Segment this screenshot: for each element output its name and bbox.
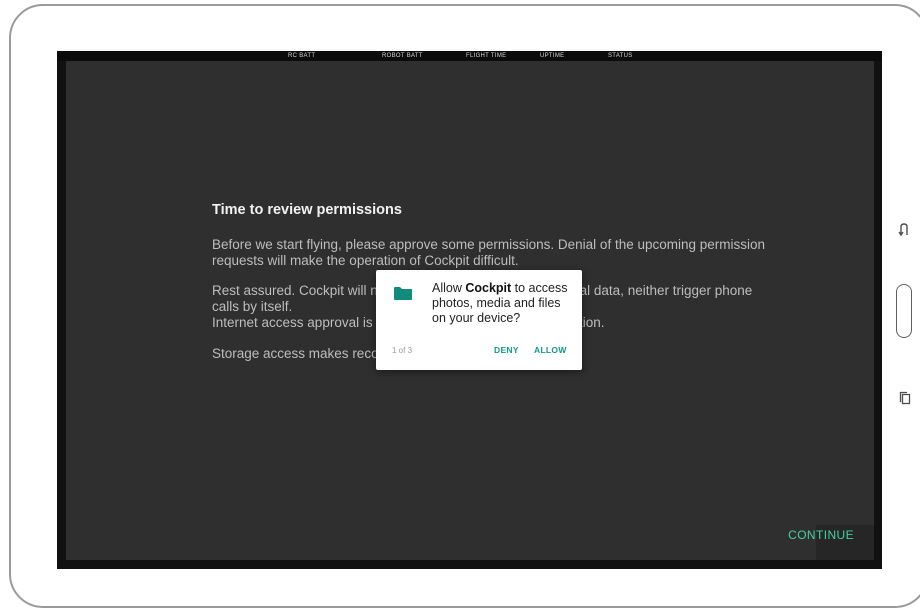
permissions-paragraph-1: Before we start flying, please approve s… [212, 237, 766, 268]
status-bar: RC BATT ROBOT BATT FLIGHT TIME UPTIME ST… [57, 51, 882, 61]
status-label-status: STATUS [608, 53, 633, 59]
dialog-counter: 1 of 3 [392, 346, 413, 355]
status-label-rc-batt: RC BATT [288, 53, 316, 59]
home-key[interactable] [896, 284, 912, 338]
continue-button[interactable]: CONTINUE [788, 528, 854, 542]
permissions-panel: Time to review permissions Before we sta… [66, 61, 874, 560]
permission-dialog: Allow Cockpit to access photos, media an… [376, 270, 582, 370]
deny-button[interactable]: DENY [494, 345, 519, 355]
dialog-app-name: Cockpit [465, 281, 512, 295]
recent-apps-icon[interactable] [899, 391, 911, 405]
status-label-flight-time: FLIGHT TIME [466, 53, 507, 59]
folder-icon [394, 287, 412, 300]
back-icon[interactable] [898, 222, 910, 236]
device-screen: RC BATT ROBOT BATT FLIGHT TIME UPTIME ST… [57, 51, 882, 569]
page-title: Time to review permissions [212, 202, 402, 218]
status-label-uptime: UPTIME [540, 53, 565, 59]
allow-button[interactable]: ALLOW [534, 345, 567, 355]
dialog-message: Allow Cockpit to access photos, media an… [432, 281, 572, 326]
status-label-robot-batt: ROBOT BATT [382, 53, 423, 59]
dialog-message-prefix: Allow [432, 281, 466, 295]
